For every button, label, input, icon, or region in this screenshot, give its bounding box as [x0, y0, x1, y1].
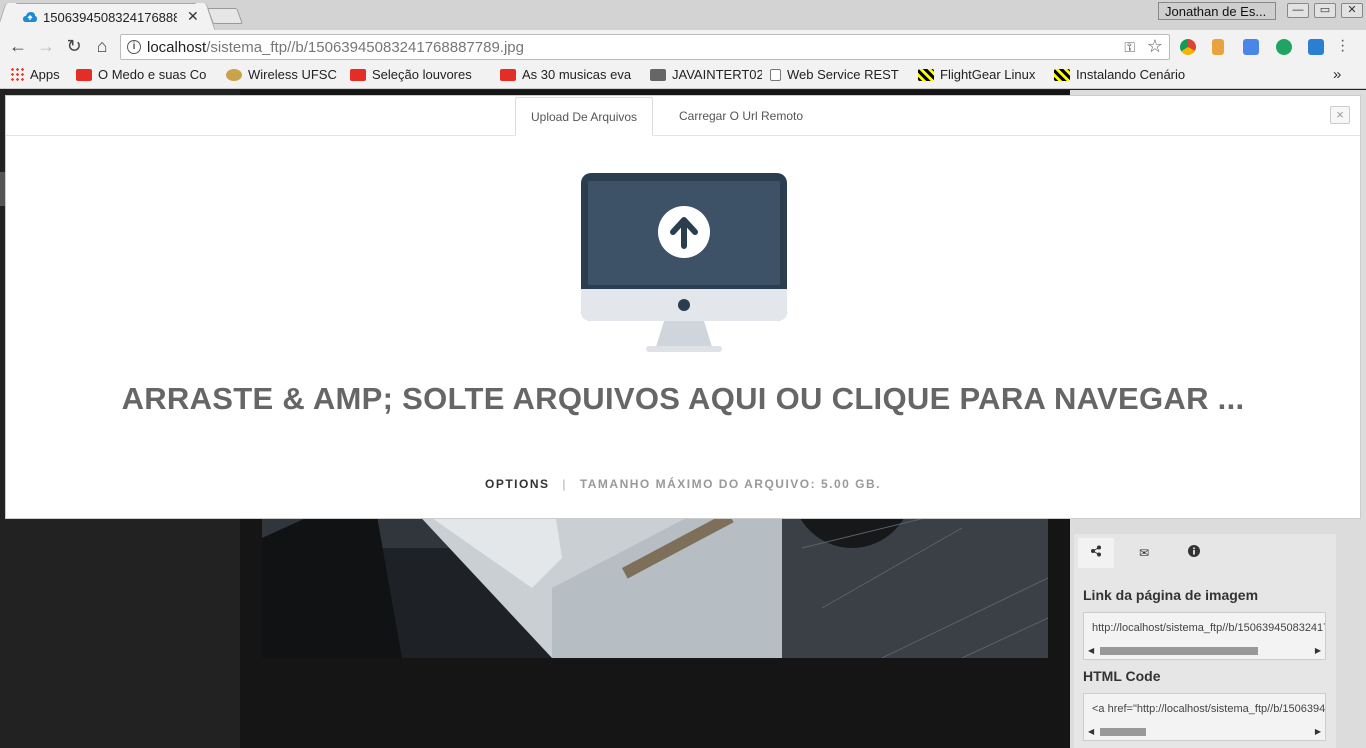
extension-tag-icon[interactable]: [1212, 39, 1224, 55]
menu-dots-icon[interactable]: · · ·: [1340, 33, 1345, 59]
mail-icon[interactable]: ✉: [1126, 538, 1162, 568]
key-icon[interactable]: ⚿: [1124, 39, 1135, 56]
page-icon: [770, 69, 781, 81]
upload-modal-tabs: Upload De Arquivos Carregar O Url Remoto…: [6, 96, 1360, 136]
link-field-scrollbar[interactable]: ◀ ▶: [1086, 645, 1323, 657]
chrome-extension-icon[interactable]: [1180, 39, 1196, 55]
scroll-thumb[interactable]: [1100, 647, 1258, 655]
details-tabs: ✉: [1074, 538, 1336, 568]
html-code-value: <a href="http://localhost/sistema_ftp//b…: [1092, 703, 1326, 715]
apps-grid-icon: [10, 67, 24, 81]
upload-modal: Upload De Arquivos Carregar O Url Remoto…: [5, 95, 1361, 519]
dropzone-title: ARRASTE & AMP; SOLTE ARQUIVOS AQUI OU CL…: [121, 381, 1245, 416]
new-tab-button[interactable]: [207, 8, 243, 24]
file-dropzone[interactable]: ARRASTE & AMP; SOLTE ARQUIVOS AQUI OU CL…: [6, 137, 1360, 518]
bookmark-item[interactable]: Instalando Cenário: [1054, 67, 1190, 85]
reload-icon[interactable]: ↻: [62, 35, 86, 59]
flightgear-icon: [918, 69, 934, 81]
scroll-left-icon[interactable]: ◀: [1088, 646, 1094, 655]
google-translate-icon[interactable]: [1243, 39, 1259, 55]
forward-icon[interactable]: →: [34, 35, 58, 59]
maximize-button[interactable]: ▭: [1314, 3, 1336, 18]
minimize-button[interactable]: —: [1287, 3, 1309, 18]
scroll-right-icon[interactable]: ▶: [1315, 646, 1321, 655]
scroll-right-icon[interactable]: ▶: [1315, 727, 1321, 736]
monitor-upload-icon: [581, 173, 787, 352]
back-icon[interactable]: ←: [6, 35, 30, 59]
profile-button[interactable]: Jonathan de Es...: [1158, 2, 1276, 20]
scroll-thumb[interactable]: [1100, 728, 1146, 736]
dropzone-meta: OPTIONS | TAMANHO MÁXIMO DO ARQUIVO: 5.0…: [6, 477, 1360, 491]
site-info-icon[interactable]: i: [127, 40, 141, 54]
html-code-field[interactable]: <a href="http://localhost/sistema_ftp//b…: [1083, 693, 1326, 741]
bookmark-item[interactable]: Seleção louvores: [350, 67, 486, 85]
wifi-user-icon: [226, 69, 242, 81]
tab-upload-files[interactable]: Upload De Arquivos: [515, 97, 654, 136]
home-icon[interactable]: ⌂: [90, 35, 114, 59]
html-field-scrollbar[interactable]: ◀ ▶: [1086, 726, 1323, 738]
close-icon[interactable]: ×: [1330, 106, 1350, 124]
address-url[interactable]: localhost/sistema_ftp//b/150639450832417…: [147, 39, 524, 56]
share-icon[interactable]: [1078, 538, 1114, 568]
bookmark-item[interactable]: O Medo e suas Co: [76, 67, 214, 85]
address-bar[interactable]: i localhost/sistema_ftp//b/1506394508324…: [120, 34, 1170, 60]
bookmark-item[interactable]: FlightGear Linux: [918, 67, 1046, 85]
bookmark-item[interactable]: JAVAINTERT02: [650, 67, 762, 85]
meta-separator: |: [562, 477, 567, 491]
bookmark-apps[interactable]: Apps: [10, 67, 70, 85]
tab-remote-url[interactable]: Carregar O Url Remoto: [664, 97, 818, 136]
youtube-icon: [76, 69, 92, 81]
info-icon[interactable]: [1176, 538, 1212, 568]
html-code-label: HTML Code: [1083, 668, 1161, 684]
tab-close-icon[interactable]: ✕: [187, 8, 199, 25]
bookmark-item[interactable]: Wireless UFSC: [226, 67, 342, 85]
youtube-icon: [350, 69, 366, 81]
bookmark-star-icon[interactable]: ☆: [1147, 36, 1163, 57]
youtube-icon: [500, 69, 516, 81]
options-link[interactable]: OPTIONS: [485, 477, 550, 491]
tab-title: 15063945083241768887789.jpg: [43, 10, 177, 25]
browser-titlebar: 15063945083241768887789.jpg ✕ Jonathan d…: [0, 0, 1366, 30]
max-file-size: TAMANHO MÁXIMO DO ARQUIVO: 5.00 GB.: [579, 477, 881, 491]
bookmark-item[interactable]: Web Service REST: [770, 67, 908, 85]
flightgear-icon: [1054, 69, 1070, 81]
browser-toolbar: ← → ↻ ⌂ i localhost/sistema_ftp//b/15063…: [0, 30, 1366, 63]
close-window-button[interactable]: ✕: [1341, 3, 1363, 18]
link-label: Link da página de imagem: [1083, 587, 1259, 603]
scroll-left-icon[interactable]: ◀: [1088, 727, 1094, 736]
folder-icon: [650, 69, 666, 81]
hangouts-icon[interactable]: [1276, 39, 1292, 55]
bookmarks-more-icon[interactable]: »: [1333, 66, 1341, 83]
link-field[interactable]: http://localhost/sistema_ftp//b/15063945…: [1083, 612, 1326, 660]
extension-s-icon[interactable]: [1308, 39, 1324, 55]
bookmark-item[interactable]: As 30 musicas eva: [500, 67, 638, 85]
cloud-upload-icon: [23, 12, 37, 22]
link-field-value: http://localhost/sistema_ftp//b/15063945…: [1092, 622, 1325, 634]
browser-tab-active[interactable]: 15063945083241768887789.jpg ✕: [6, 3, 206, 30]
bookmarks-bar: Apps O Medo e suas Co Wireless UFSC Sele…: [0, 63, 1366, 89]
